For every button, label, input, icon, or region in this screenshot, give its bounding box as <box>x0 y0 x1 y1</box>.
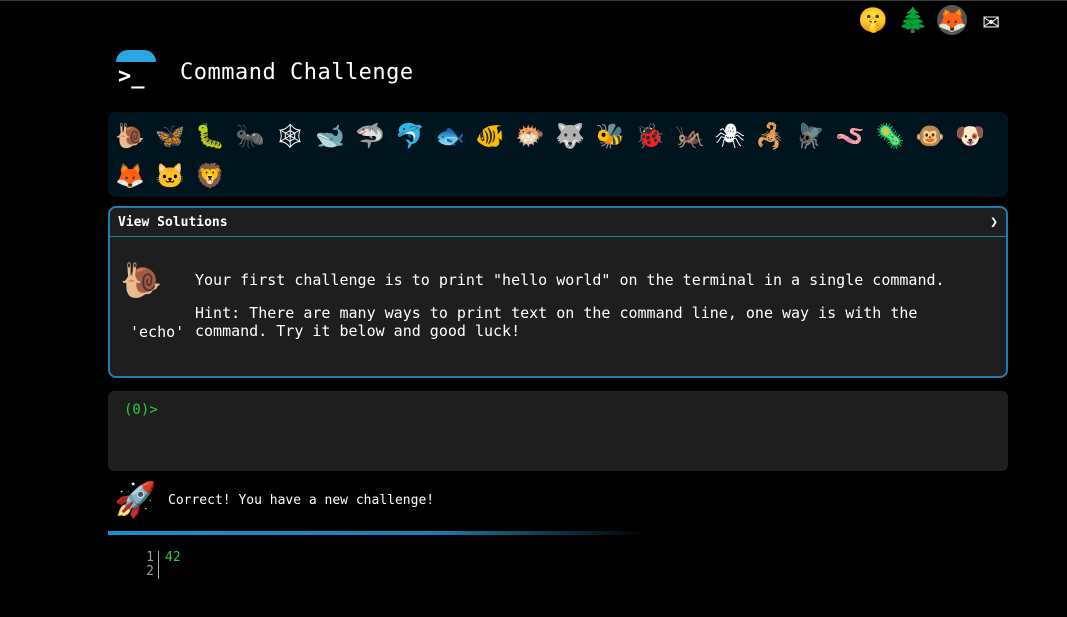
header: >_ Command Challenge <box>114 50 414 94</box>
challenge-description: Your first challenge is to print "hello … <box>195 271 945 289</box>
chevron-right-icon: ❯ <box>990 214 998 230</box>
output-line: 42 <box>165 550 181 565</box>
challenge-caterpillar-icon[interactable]: 🐛 <box>190 116 230 156</box>
challenge-cricket-icon[interactable]: 🦗 <box>670 116 710 156</box>
line-number: 2 <box>146 564 154 579</box>
challenge-animal-bar: 🐌 🦋 🐛 🐜 🕸 🐋 🦈 🐬 🐟 🐠 🐡 🐺 🐝 🐞 🦗 🕷 🦂 🪰 🪱 🦠 🐵 🐶 🦊 🐱 🦁 <box>108 112 1008 197</box>
challenge-wolf-icon[interactable]: 🐺 <box>550 116 590 156</box>
challenge-blowfish-icon[interactable]: 🐡 <box>510 116 550 156</box>
challenge-panel: View Solutions ❯ 🐌 'echo' Your first cha… <box>108 206 1008 378</box>
mail-icon[interactable]: ✉ <box>975 4 1007 36</box>
challenge-tropical-fish-icon[interactable]: 🐠 <box>470 116 510 156</box>
challenge-spider-icon[interactable]: 🕷 <box>710 116 750 156</box>
challenge-lady-beetle-icon[interactable]: 🐞 <box>630 116 670 156</box>
challenge-spider-web-icon[interactable]: 🕸 <box>270 116 310 156</box>
feedback-text: Correct! You have a new challenge! <box>168 492 435 508</box>
challenge-fly-icon[interactable]: 🪰 <box>790 116 830 156</box>
echo-command-label: 'echo' <box>130 323 185 341</box>
line-number-gutter: 1 2 <box>140 551 159 579</box>
challenge-fox-icon[interactable]: 🦊 <box>110 156 150 196</box>
hint-line: Hint: There are many ways to print text … <box>195 304 918 322</box>
snail-icon: 🐌 <box>120 261 163 301</box>
page-title: Command Challenge <box>180 59 414 85</box>
challenge-lion-icon[interactable]: 🦁 <box>190 156 230 196</box>
top-border <box>0 0 1067 1</box>
shush-face-icon[interactable]: 🤫 <box>857 4 889 36</box>
challenge-worm-icon[interactable]: 🪱 <box>830 116 870 156</box>
view-solutions-toggle[interactable]: View Solutions ❯ <box>110 208 1006 237</box>
challenge-butterfly-icon[interactable]: 🦋 <box>150 116 190 156</box>
challenge-ant-icon[interactable]: 🐜 <box>230 116 270 156</box>
challenge-text: Your first challenge is to print "hello … <box>195 271 995 340</box>
challenge-shark-icon[interactable]: 🦈 <box>350 116 390 156</box>
challenge-bee-icon[interactable]: 🐝 <box>590 116 630 156</box>
challenge-scorpion-icon[interactable]: 🦂 <box>750 116 790 156</box>
challenge-fish-icon[interactable]: 🐟 <box>430 116 470 156</box>
feedback-message: 🚀 Correct! You have a new challenge! <box>114 480 434 520</box>
gitlab-icon[interactable]: 🦊 <box>937 5 967 35</box>
command-output: 1 2 42 <box>140 551 181 579</box>
challenge-cat-icon[interactable]: 🐱 <box>150 156 190 196</box>
hint-line-cont: command. Try it below and good luck! <box>195 322 521 340</box>
terminal-input[interactable]: (0)> <box>108 391 1008 471</box>
line-number: 1 <box>146 550 154 565</box>
challenge-monkey-icon[interactable]: 🐵 <box>910 116 950 156</box>
challenge-microbe-icon[interactable]: 🦠 <box>870 116 910 156</box>
logo-icon[interactable]: >_ <box>114 50 158 94</box>
output-lines: 42 <box>159 551 181 579</box>
challenge-dog-icon[interactable]: 🐶 <box>950 116 990 156</box>
rocket-icon: 🚀 <box>114 480 157 520</box>
challenge-whale-icon[interactable]: 🐋 <box>310 116 350 156</box>
challenge-snail-icon[interactable]: 🐌 <box>110 116 150 156</box>
tree-icon[interactable]: 🌲 <box>897 4 929 36</box>
challenge-hint: Hint: There are many ways to print text … <box>195 304 995 340</box>
top-icon-bar: >_ 🤫 🌲 🦊 ✉ <box>817 4 1007 427</box>
view-solutions-label: View Solutions <box>118 214 228 230</box>
challenge-dolphin-icon[interactable]: 🐬 <box>390 116 430 156</box>
terminal-prompt: (0)> <box>124 402 158 418</box>
progress-bar <box>108 531 648 535</box>
